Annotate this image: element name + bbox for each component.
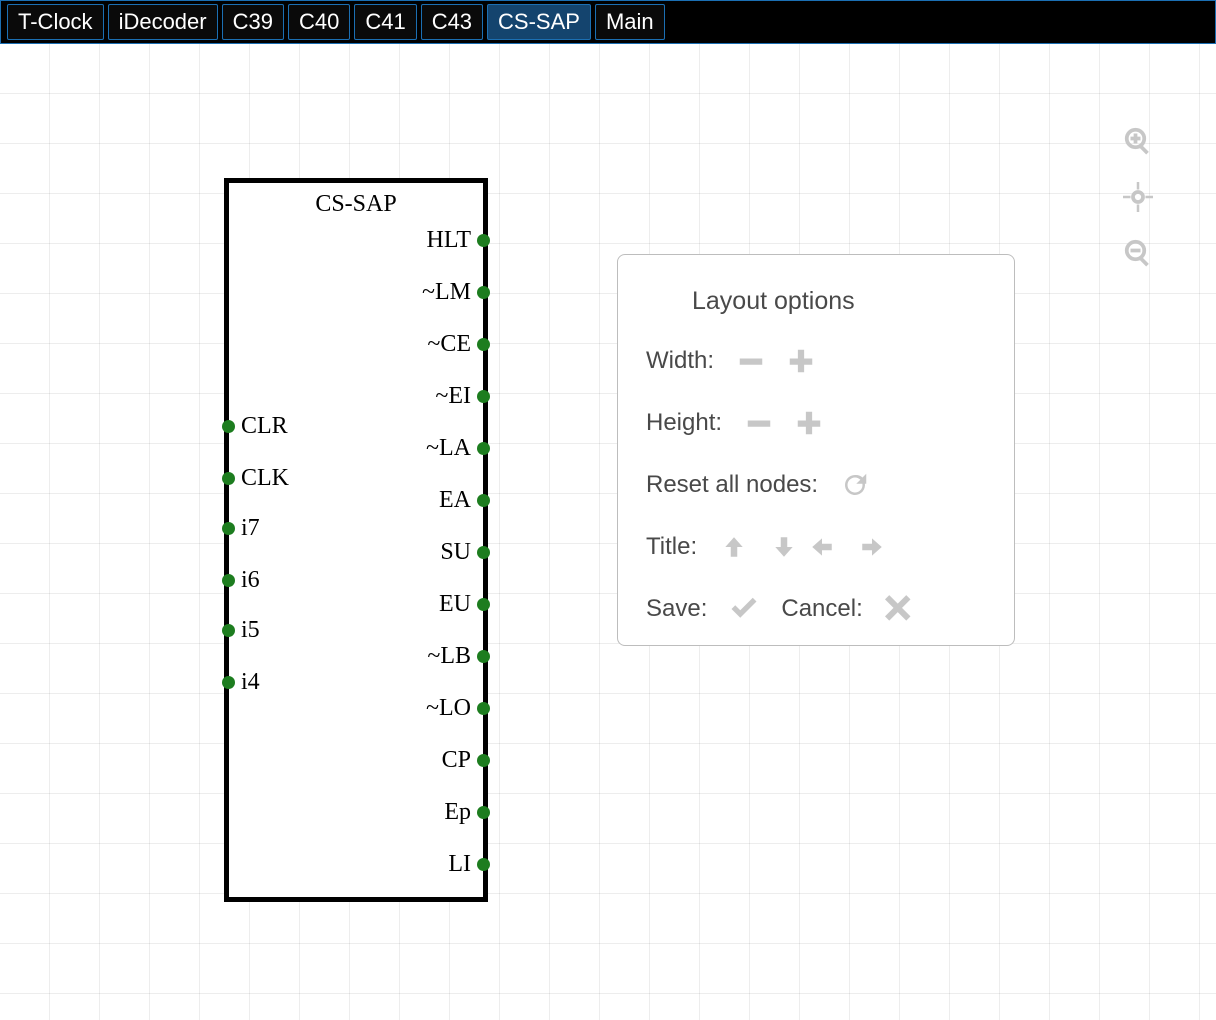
port-label: ~EI	[435, 383, 471, 410]
port-nlb[interactable]: ~LB	[427, 643, 490, 670]
cancel-label: Cancel:	[781, 595, 862, 623]
tabs-bar: T-Clock iDecoder C39 C40 C41 C43 CS-SAP …	[0, 0, 1216, 44]
width-row: Width:	[646, 344, 986, 378]
circuit-block-cs-sap[interactable]: CS-SAP CLR CLK i7 i6 i5 i4 HLT ~LM ~CE ~EI ~LA EA SU…	[224, 178, 488, 902]
title-row: Title:	[646, 530, 986, 564]
port-label: Ep	[444, 799, 471, 826]
zoom-out-button[interactable]	[1121, 236, 1155, 270]
title-move-up-button[interactable]	[717, 530, 751, 564]
port-node-icon[interactable]	[222, 472, 235, 485]
port-li[interactable]: LI	[448, 851, 490, 878]
height-decrease-button[interactable]	[742, 406, 776, 440]
save-row: Save: Cancel:	[646, 592, 986, 626]
port-node-icon[interactable]	[222, 676, 235, 689]
title-label: Title:	[646, 533, 697, 561]
port-node-icon[interactable]	[477, 650, 490, 663]
panel-title: Layout options	[692, 287, 986, 316]
port-nce[interactable]: ~CE	[427, 331, 490, 358]
port-label: CP	[442, 747, 471, 774]
height-row: Height:	[646, 406, 986, 440]
tab-idecoder[interactable]: iDecoder	[108, 4, 218, 40]
port-ea[interactable]: EA	[439, 487, 490, 514]
width-decrease-button[interactable]	[734, 344, 768, 378]
tab-t-clock[interactable]: T-Clock	[7, 4, 104, 40]
tab-c43[interactable]: C43	[421, 4, 483, 40]
port-i6[interactable]: i6	[222, 567, 260, 594]
zoom-in-button[interactable]	[1121, 124, 1155, 158]
circuit-canvas[interactable]: CS-SAP CLR CLK i7 i6 i5 i4 HLT ~LM ~CE ~EI ~LA EA SU…	[0, 44, 1216, 1020]
port-label: HLT	[427, 227, 471, 254]
port-node-icon[interactable]	[222, 624, 235, 637]
title-move-left-button[interactable]	[805, 530, 839, 564]
circuit-block-title: CS-SAP	[229, 191, 483, 218]
port-label: CLK	[241, 465, 289, 492]
port-label: EU	[439, 591, 471, 618]
width-increase-button[interactable]	[784, 344, 818, 378]
port-node-icon[interactable]	[222, 420, 235, 433]
port-nlo[interactable]: ~LO	[426, 695, 490, 722]
port-node-icon[interactable]	[477, 338, 490, 351]
port-node-icon[interactable]	[477, 806, 490, 819]
port-eu[interactable]: EU	[439, 591, 490, 618]
port-node-icon[interactable]	[477, 702, 490, 715]
port-node-icon[interactable]	[477, 858, 490, 871]
tab-c40[interactable]: C40	[288, 4, 350, 40]
cancel-button[interactable]	[883, 592, 917, 626]
port-clk[interactable]: CLK	[222, 465, 289, 492]
height-increase-button[interactable]	[792, 406, 826, 440]
port-ep[interactable]: Ep	[444, 799, 490, 826]
port-cp[interactable]: CP	[442, 747, 490, 774]
zoom-center-button[interactable]	[1121, 180, 1155, 214]
reset-label: Reset all nodes:	[646, 471, 818, 499]
width-label: Width:	[646, 347, 714, 375]
port-su[interactable]: SU	[440, 539, 490, 566]
port-node-icon[interactable]	[222, 574, 235, 587]
port-node-icon[interactable]	[477, 390, 490, 403]
reset-row: Reset all nodes:	[646, 468, 986, 502]
port-label: CLR	[241, 413, 288, 440]
save-label: Save:	[646, 595, 707, 623]
title-move-down-button[interactable]	[767, 530, 801, 564]
port-label: ~LM	[422, 279, 471, 306]
port-label: ~CE	[427, 331, 471, 358]
layout-options-panel: Layout options Width: Height: Reset all …	[617, 254, 1015, 646]
port-hlt[interactable]: HLT	[427, 227, 490, 254]
port-nlm[interactable]: ~LM	[422, 279, 490, 306]
height-label: Height:	[646, 409, 722, 437]
port-node-icon[interactable]	[222, 522, 235, 535]
port-i7[interactable]: i7	[222, 515, 260, 542]
port-label: ~LB	[427, 643, 471, 670]
port-label: i7	[241, 515, 260, 542]
port-label: LI	[448, 851, 471, 878]
tab-cs-sap[interactable]: CS-SAP	[487, 4, 591, 40]
port-label: EA	[439, 487, 471, 514]
port-label: i6	[241, 567, 260, 594]
port-i5[interactable]: i5	[222, 617, 260, 644]
tab-c41[interactable]: C41	[354, 4, 416, 40]
port-clr[interactable]: CLR	[222, 413, 288, 440]
zoom-toolbar	[1118, 124, 1158, 270]
port-label: i5	[241, 617, 260, 644]
port-node-icon[interactable]	[477, 494, 490, 507]
port-nei[interactable]: ~EI	[435, 383, 490, 410]
save-button[interactable]	[727, 592, 761, 626]
port-node-icon[interactable]	[477, 754, 490, 767]
port-node-icon[interactable]	[477, 442, 490, 455]
port-label: SU	[440, 539, 471, 566]
port-label: ~LA	[426, 435, 471, 462]
port-label: ~LO	[426, 695, 471, 722]
tab-main[interactable]: Main	[595, 4, 665, 40]
port-nla[interactable]: ~LA	[426, 435, 490, 462]
title-move-right-button[interactable]	[855, 530, 889, 564]
port-i4[interactable]: i4	[222, 669, 260, 696]
tab-c39[interactable]: C39	[222, 4, 284, 40]
reset-nodes-button[interactable]	[838, 468, 872, 502]
port-label: i4	[241, 669, 260, 696]
port-node-icon[interactable]	[477, 286, 490, 299]
port-node-icon[interactable]	[477, 598, 490, 611]
port-node-icon[interactable]	[477, 546, 490, 559]
port-node-icon[interactable]	[477, 234, 490, 247]
